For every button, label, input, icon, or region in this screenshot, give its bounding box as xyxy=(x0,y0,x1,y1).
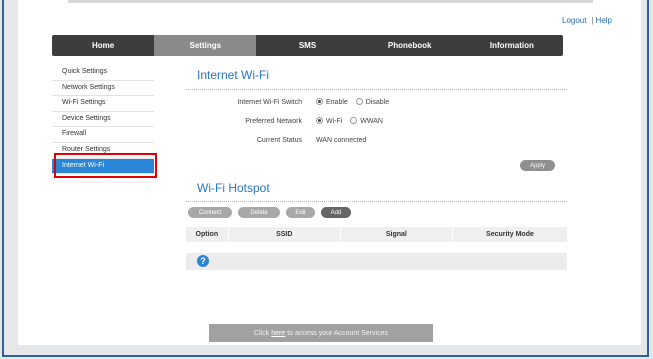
apply-button[interactable]: Apply xyxy=(520,160,555,171)
edit-button[interactable]: Edit xyxy=(286,207,315,218)
help-row: ? xyxy=(186,253,567,270)
highlight-box xyxy=(54,153,157,178)
tab-home[interactable]: Home xyxy=(52,35,154,56)
hotspot-divider xyxy=(186,201,567,202)
delete-button[interactable]: Delete xyxy=(238,207,280,218)
status-value: WAN connected xyxy=(316,137,367,144)
switch-enable-option[interactable]: Enable xyxy=(316,98,348,107)
tab-settings[interactable]: Settings xyxy=(154,35,257,56)
status-label: Current Status xyxy=(256,137,302,144)
sidebar-item-network-settings[interactable]: Network Settings xyxy=(52,81,154,97)
footer-prefix: Click xyxy=(254,329,270,337)
top-divider xyxy=(68,0,593,3)
hotspot-title: Wi-Fi Hotspot xyxy=(197,181,270,195)
switch-disable-option[interactable]: Disable xyxy=(355,98,390,107)
sidebar-item-quick-settings[interactable]: Quick Settings xyxy=(52,65,154,81)
column-ssid: SSID xyxy=(229,227,341,242)
main-nav: Home Settings SMS Phonebook Information xyxy=(52,35,563,56)
radio-wwan[interactable] xyxy=(350,117,358,124)
network-wwan-option[interactable]: WWAN xyxy=(350,117,383,126)
network-label: Preferred Network xyxy=(245,118,302,125)
top-links: Logout | Help xyxy=(562,16,612,25)
logout-link[interactable]: Logout xyxy=(562,16,586,25)
column-security-mode: Security Mode xyxy=(486,231,534,238)
question-circle-icon[interactable]: ? xyxy=(197,255,209,267)
tab-information[interactable]: Information xyxy=(461,35,563,56)
column-signal: Signal xyxy=(341,227,453,242)
connect-button[interactable]: Connect xyxy=(188,207,232,218)
link-separator: | xyxy=(591,16,594,25)
switch-label: Internet Wi-Fi Switch xyxy=(237,99,302,106)
radio-enable[interactable] xyxy=(316,98,323,105)
wwan-label: WWAN xyxy=(360,118,383,126)
wifi-label: Wi-Fi xyxy=(326,118,343,126)
account-services-link[interactable]: here xyxy=(271,330,285,337)
network-wifi-option[interactable]: Wi-Fi xyxy=(316,117,343,126)
radio-disable[interactable] xyxy=(355,98,363,105)
disable-label: Disable xyxy=(365,99,390,107)
column-option: Option xyxy=(186,227,229,242)
network-options: Wi-Fi WWAN xyxy=(316,117,383,126)
radio-wifi[interactable] xyxy=(316,117,323,124)
tab-phonebook[interactable]: Phonebook xyxy=(359,35,461,56)
account-services-bar: Click here to access your Account Servic… xyxy=(209,324,433,342)
section-divider xyxy=(186,89,567,90)
sidebar-item-device-settings[interactable]: Device Settings xyxy=(52,112,154,128)
add-button[interactable]: Add xyxy=(321,207,351,218)
switch-options: Enable Disable xyxy=(316,98,390,107)
tab-sms[interactable]: SMS xyxy=(256,35,358,56)
help-link[interactable]: Help xyxy=(596,16,612,25)
hotspot-table-header: Option SSID Signal Security Mode xyxy=(186,227,567,242)
footer-suffix: to access your Account Services xyxy=(287,329,388,337)
sidebar-item-wifi-settings[interactable]: Wi-Fi Settings xyxy=(52,96,154,112)
internet-wifi-title: Internet Wi-Fi xyxy=(197,68,270,82)
sidebar-item-firewall[interactable]: Firewall xyxy=(52,127,154,143)
enable-label: Enable xyxy=(326,99,348,107)
